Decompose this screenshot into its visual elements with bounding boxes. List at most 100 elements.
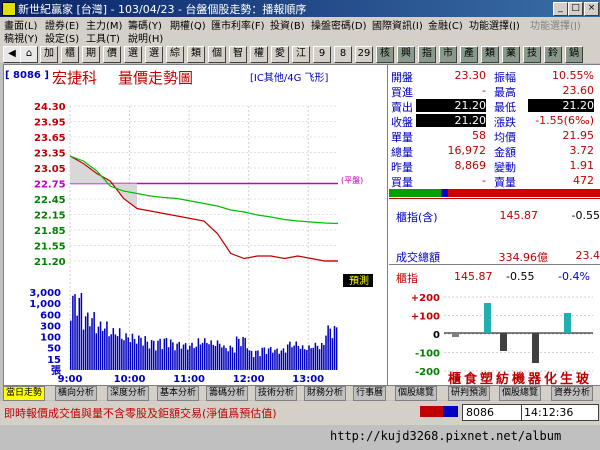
volume-bar (97, 326, 100, 370)
menu-item[interactable]: 設定(S) (45, 30, 79, 45)
turnover-label: 成交總額 (396, 251, 440, 264)
toolbar-button[interactable]: 核 (376, 46, 394, 63)
menu-item[interactable]: 稿視(Y) (4, 30, 38, 45)
toolbar-button[interactable]: 加 (40, 46, 58, 63)
toolbar-button[interactable]: 8 (334, 46, 352, 63)
volume-bar (95, 333, 98, 370)
toolbar-button[interactable]: 產 (460, 46, 478, 63)
tab-8[interactable]: 個股總覽 (395, 386, 438, 401)
tool-button-prev[interactable]: ◀ (3, 46, 21, 63)
sector-category[interactable]: 化 (544, 371, 557, 385)
quote-label-right: 漲跌 (494, 116, 516, 129)
volume-bar (280, 350, 283, 370)
toolbar-button[interactable]: 愛 (271, 46, 289, 63)
title-bar: 新世紀贏家 [台灣] - 103/04/23 - 台盤個股走勢：播報順序 _ □… (0, 0, 600, 17)
sector-category[interactable]: 紡 (496, 371, 509, 385)
sector-tick: 0 (433, 330, 440, 341)
tab-5[interactable]: 技術分析 (255, 386, 298, 401)
tab-10[interactable]: 個股總覽 (499, 386, 542, 401)
quote-value: - (482, 174, 486, 187)
toolbar-button[interactable]: 鈴 (544, 46, 562, 63)
toolbar-button[interactable]: 選 (124, 46, 142, 63)
tab-11[interactable]: 資券分析 (551, 386, 594, 401)
code-input[interactable]: 8086 (462, 404, 522, 421)
menu-item[interactable]: 說明(H) (128, 30, 163, 45)
sector-category[interactable]: 玻 (576, 371, 590, 385)
volume-bar (210, 340, 212, 370)
volume-bar (286, 344, 289, 370)
toolbar-button[interactable]: 鍋 (565, 46, 583, 63)
toolbar-button[interactable]: 類 (481, 46, 499, 63)
tab-2[interactable]: 深度分析 (107, 386, 150, 401)
volume-bar (261, 347, 263, 370)
toolbar-button[interactable]: 市 (439, 46, 457, 63)
volume-bar (257, 350, 259, 370)
toolbar-button[interactable]: 櫃 (61, 46, 79, 63)
toolbar-button[interactable]: 9 (313, 46, 331, 63)
toolbar-button[interactable]: 智 (229, 46, 247, 63)
close-button[interactable]: × (584, 2, 599, 16)
quote-label: 賣出 (391, 101, 413, 114)
volume-bar (278, 353, 280, 370)
sector-category[interactable]: 器 (527, 372, 542, 385)
tab-6[interactable]: 財務分析 (304, 386, 347, 401)
volume-bar (335, 327, 338, 370)
volume-bar (231, 347, 234, 370)
forecast-label[interactable]: 預測 (349, 274, 369, 287)
tab-1[interactable]: 橫向分析 (55, 386, 98, 401)
tool-button-home[interactable]: ⌂ (20, 46, 38, 63)
volume-bar (70, 320, 72, 370)
quote-label: 昨量 (391, 161, 413, 174)
toolbar-button[interactable]: 技 (523, 46, 541, 63)
sector-category[interactable]: 機 (512, 371, 525, 385)
tab-0[interactable]: 當日走勢 (3, 386, 46, 401)
volume-bar (182, 344, 185, 370)
volume-bar (293, 345, 295, 370)
toolbar-button[interactable]: 興 (397, 46, 415, 63)
toolbar-button[interactable]: 指 (418, 46, 436, 63)
toolbar-button[interactable]: 綜 (166, 46, 184, 63)
average-line (69, 155, 339, 225)
volume-bar (133, 338, 136, 370)
toolbar-button[interactable]: 個 (208, 46, 226, 63)
toolbar-button[interactable]: 權 (250, 46, 268, 63)
tab-7[interactable]: 行事曆 (353, 386, 387, 401)
quote-label-right: 最低 (494, 101, 516, 114)
sector-tick: +200 (411, 293, 440, 304)
volume-bar (93, 312, 95, 370)
minimize-button[interactable]: _ (553, 2, 568, 16)
price-tick: 23.95 (34, 118, 66, 129)
volume-bar (163, 338, 166, 370)
time-tick: 12:00 (233, 374, 265, 384)
time-tick: 13:00 (292, 374, 324, 384)
quote-value: 21.20 (416, 114, 486, 127)
maximize-button[interactable]: □ (568, 2, 583, 16)
time-tick: 10:00 (114, 374, 146, 384)
volume-bar (267, 348, 270, 370)
volume-bar (144, 336, 146, 370)
sector-category[interactable]: 塑 (480, 371, 493, 385)
volume-bar (78, 297, 81, 370)
toolbar-button[interactable]: 業 (502, 46, 520, 63)
volume-bar (125, 333, 127, 370)
sector-category[interactable]: 食 (464, 371, 478, 385)
volume-bar (150, 340, 153, 370)
toolbar-button[interactable]: 選 (145, 46, 163, 63)
volume-bar (110, 334, 112, 370)
toolbar-button[interactable]: 價 (103, 46, 121, 63)
sector-category[interactable]: 生 (560, 371, 573, 385)
toolbar-button[interactable]: 29 (355, 46, 373, 63)
tab-3[interactable]: 基本分析 (157, 386, 200, 401)
tab-9[interactable]: 研判預測 (448, 386, 491, 401)
tab-4[interactable]: 籌碼分析 (206, 386, 249, 401)
menu-item[interactable]: 工具(T) (86, 30, 120, 45)
volume-bar (89, 326, 91, 370)
volume-bar (138, 335, 140, 370)
volume-bar (135, 343, 138, 370)
toolbar-button[interactable]: 江 (292, 46, 310, 63)
volume-bar (74, 294, 76, 370)
toolbar-button[interactable]: 類 (187, 46, 205, 63)
toolbar-button[interactable]: 期 (82, 46, 100, 63)
sector-category[interactable]: 櫃 (448, 371, 461, 385)
reference-label: (平盤) (341, 175, 363, 185)
